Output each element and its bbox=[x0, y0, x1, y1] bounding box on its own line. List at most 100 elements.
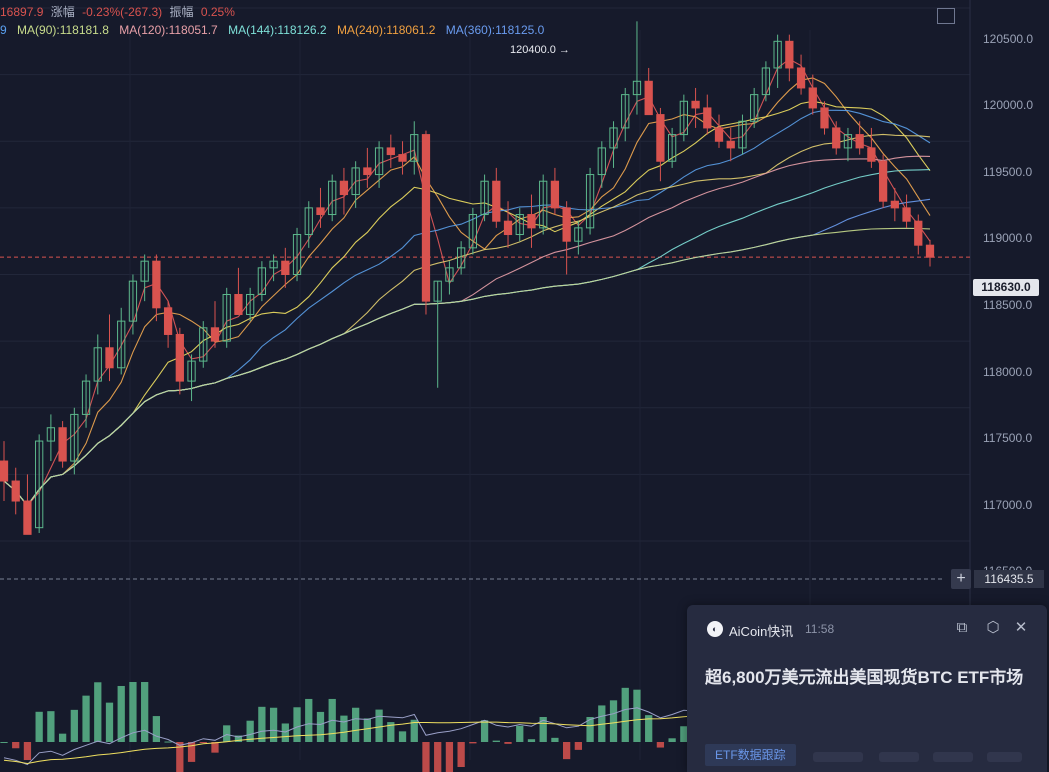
candle-body bbox=[796, 67, 806, 89]
ma-legend-item: MA(240):118061.2 bbox=[336, 23, 436, 37]
news-headline[interactable]: 超6,800万美元流出美国现货BTC ETF市场 bbox=[705, 665, 1035, 690]
blur-placeholder bbox=[879, 752, 919, 762]
ma-legend-item: MA(360):118125.0 bbox=[445, 23, 545, 37]
candle-body bbox=[210, 327, 220, 342]
histogram-bar bbox=[492, 740, 500, 742]
histogram-bar bbox=[164, 741, 172, 743]
news-source: AiCoin快讯 bbox=[729, 624, 794, 639]
histogram-bar bbox=[47, 711, 55, 742]
histogram-bar bbox=[199, 742, 207, 743]
candle-body bbox=[421, 134, 431, 302]
settings-icon[interactable]: ⬡ bbox=[984, 619, 1002, 637]
ma-legend-item: MA(90):118181.8 bbox=[17, 23, 109, 37]
blur-placeholder bbox=[933, 752, 973, 762]
y-axis-label: 119000.0 bbox=[983, 231, 1033, 245]
candle-body bbox=[902, 207, 911, 222]
histogram-bar bbox=[527, 739, 536, 742]
y-axis-label: 119500.0 bbox=[983, 165, 1033, 179]
amplitude-value: 0.25% bbox=[200, 5, 235, 19]
histogram-bar bbox=[70, 709, 78, 742]
peak-price-label: 120400.0 → bbox=[510, 44, 570, 56]
ma-line bbox=[3, 58, 931, 507]
candle-body bbox=[785, 40, 794, 69]
candle-body bbox=[562, 207, 571, 242]
candle-body bbox=[726, 140, 735, 149]
candle-body bbox=[550, 180, 560, 209]
candle-body bbox=[656, 114, 665, 162]
ma-line bbox=[3, 100, 931, 507]
histogram-bar bbox=[574, 742, 582, 750]
histogram-bar bbox=[504, 742, 512, 744]
blur-placeholder bbox=[987, 752, 1022, 762]
histogram-bar bbox=[633, 689, 641, 742]
amplitude-label: 振幅 bbox=[169, 5, 194, 19]
histogram-bar bbox=[35, 711, 43, 742]
candle-body bbox=[163, 307, 173, 335]
histogram-bar bbox=[668, 738, 676, 742]
candle-body bbox=[363, 167, 372, 176]
candle-body bbox=[714, 127, 724, 142]
ma-line bbox=[3, 198, 931, 507]
histogram-bar bbox=[363, 718, 372, 742]
crosshair-price-tag: 116435.5 bbox=[974, 570, 1044, 588]
blur-placeholder bbox=[813, 752, 863, 762]
y-axis-label: 117500.0 bbox=[983, 431, 1033, 445]
histogram-bar bbox=[656, 742, 665, 748]
histogram-bar bbox=[551, 737, 559, 742]
histogram-bar bbox=[609, 700, 618, 742]
add-alert-button[interactable]: + bbox=[951, 569, 971, 589]
histogram-bar bbox=[82, 695, 90, 742]
aicoin-logo-icon: ◐ bbox=[707, 621, 723, 637]
histogram-bar bbox=[0, 742, 8, 743]
candle-body bbox=[855, 134, 864, 149]
candle-body bbox=[820, 107, 829, 129]
candle-body bbox=[316, 207, 325, 216]
news-card[interactable]: ◐ AiCoin快讯 11:58 ⧉ ⬡ ✕ 超6,800万美元流出美国现货BT… bbox=[687, 605, 1047, 772]
change-value: -0.23%(-267.3) bbox=[82, 5, 163, 19]
close-icon[interactable]: ✕ bbox=[1012, 619, 1030, 637]
histogram-bar bbox=[352, 707, 360, 742]
histogram-bar bbox=[434, 742, 442, 772]
histogram-bar bbox=[469, 742, 477, 744]
histogram-bar bbox=[621, 687, 629, 742]
histogram-bar bbox=[562, 742, 571, 760]
candle-body bbox=[58, 427, 67, 462]
news-tag[interactable]: ETF数据跟踪 bbox=[705, 744, 796, 766]
candle-body bbox=[23, 500, 32, 535]
candle-body bbox=[503, 220, 513, 236]
ma-legend: 9 MA(90):118181.8 MA(120):118051.7 MA(14… bbox=[0, 23, 551, 37]
histogram-bar bbox=[316, 711, 325, 742]
histogram-bar bbox=[457, 742, 465, 767]
candle-body bbox=[878, 160, 888, 202]
y-axis-label: 120500.0 bbox=[983, 32, 1034, 46]
candle-body bbox=[808, 87, 817, 109]
candle-body bbox=[281, 260, 290, 275]
current-price-tag: 118630.0 bbox=[973, 279, 1039, 296]
candle-body bbox=[492, 180, 501, 222]
histogram-bar bbox=[105, 702, 114, 742]
histogram-bar bbox=[398, 731, 407, 742]
candle-body bbox=[234, 293, 243, 315]
y-axis-label: 117000.0 bbox=[983, 498, 1033, 512]
price-header: 16897.9 涨幅 -0.23%(-267.3) 振幅 0.25% bbox=[0, 3, 239, 20]
external-link-icon[interactable]: ⧉ bbox=[953, 619, 971, 637]
histogram-bar bbox=[117, 685, 125, 742]
y-axis-label: 118000.0 bbox=[983, 365, 1033, 379]
histogram-bar bbox=[340, 715, 348, 742]
news-time: 11:58 bbox=[805, 622, 835, 636]
candle-body bbox=[152, 260, 161, 309]
histogram-bar bbox=[258, 706, 266, 742]
ma-line bbox=[3, 169, 931, 507]
candle-body bbox=[527, 214, 536, 229]
candle-body bbox=[914, 220, 923, 246]
histogram-bar bbox=[445, 742, 454, 772]
histogram-bar bbox=[12, 742, 20, 749]
y-axis-label: 120000.0 bbox=[983, 98, 1034, 112]
trading-chart-window: 16897.9 涨幅 -0.23%(-267.3) 振幅 0.25% 9 MA(… bbox=[0, 0, 1049, 772]
fullscreen-icon[interactable] bbox=[937, 8, 955, 24]
histogram-bar bbox=[516, 725, 524, 742]
candle-body bbox=[644, 80, 653, 116]
histogram-bar bbox=[281, 723, 289, 742]
candle-body bbox=[175, 333, 184, 382]
ma-legend-item: MA(120):118051.7 bbox=[119, 23, 218, 37]
